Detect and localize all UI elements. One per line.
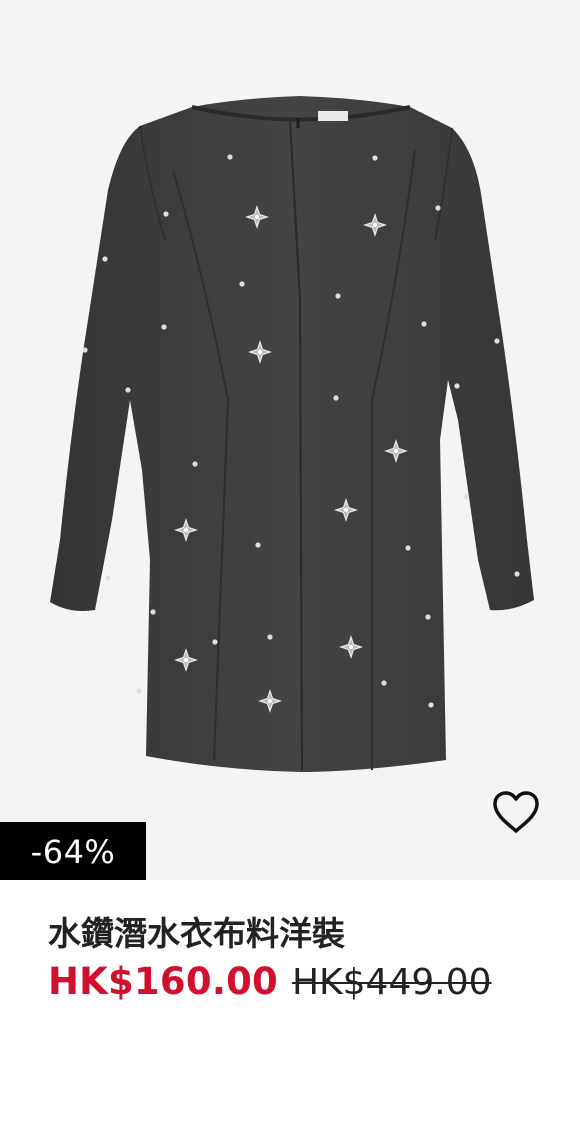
sale-price: HK$160.00 [48, 960, 278, 1003]
product-image[interactable] [0, 0, 580, 880]
original-price: HK$449.00 [291, 962, 492, 1003]
price-row: HK$160.00 HK$449.00 [48, 960, 560, 1003]
product-image-area[interactable]: -64% [0, 0, 580, 880]
product-info: 水鑽潛水衣布料洋裝 HK$160.00 HK$449.00 [48, 904, 560, 1003]
heart-outline-icon [493, 791, 539, 833]
product-title[interactable]: 水鑽潛水衣布料洋裝 [48, 904, 560, 964]
discount-badge: -64% [0, 822, 146, 880]
favorite-button[interactable] [487, 786, 545, 838]
product-card[interactable]: -64% 水鑽潛水衣布料洋裝 HK$160.00 HK$449.00 [0, 0, 580, 1130]
